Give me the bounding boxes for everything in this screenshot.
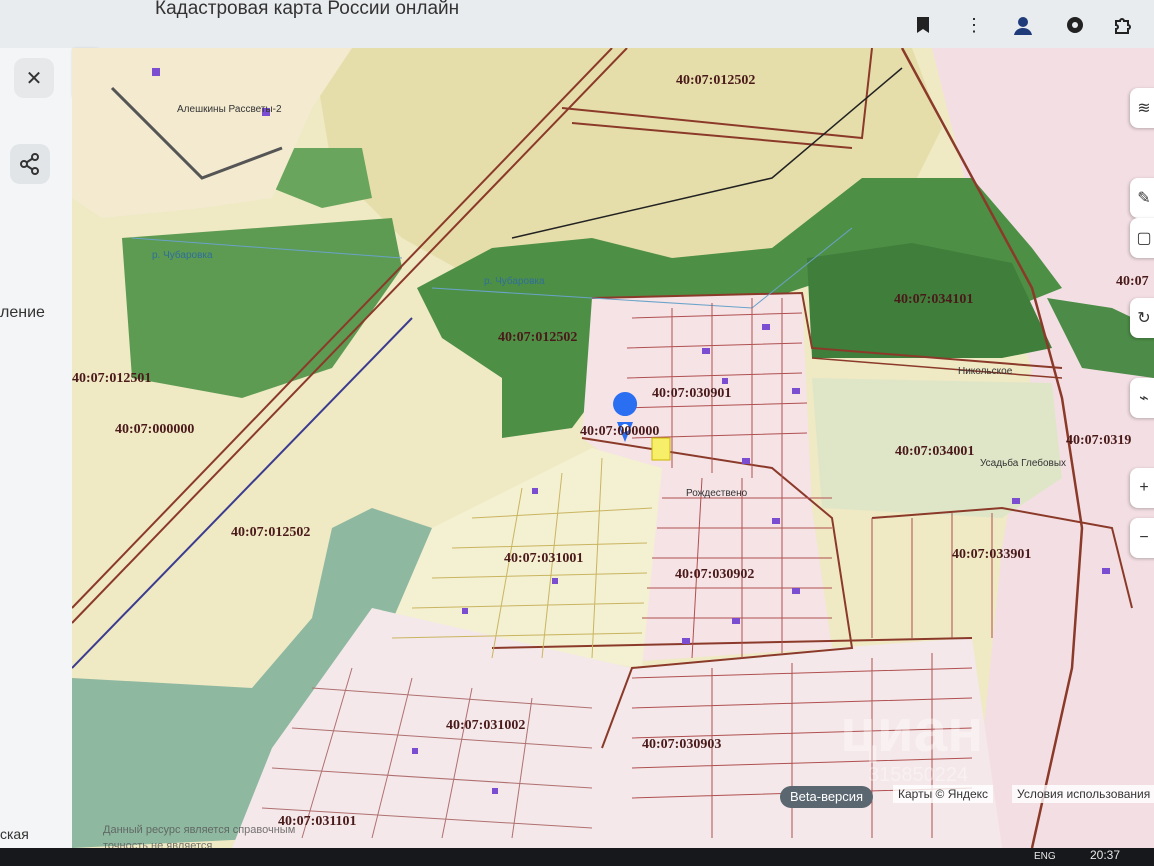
cadastral-label: 40:07:0319 xyxy=(1066,433,1131,448)
cadastral-label: 40:07:000000 xyxy=(115,422,194,437)
extension-icon[interactable] xyxy=(1064,14,1086,36)
cadastral-label: 40:07:012502 xyxy=(498,330,577,345)
share-icon[interactable] xyxy=(10,144,50,184)
place-label: Никольское xyxy=(958,366,1013,377)
cian-watermark: циан xyxy=(840,697,984,764)
cadastral-label: 40:07:012502 xyxy=(231,525,310,540)
cadastral-label: 40:07:000000 xyxy=(580,424,659,439)
place-label: Рождествено xyxy=(686,488,748,499)
browser-toolbar: Кадастровая карта России онлайн ⋮ xyxy=(0,0,1154,49)
profile-icon[interactable] xyxy=(1012,14,1034,36)
place-label: р. Чубаровка xyxy=(484,275,545,287)
cadastral-label: 40:07:012501 xyxy=(72,371,151,386)
close-icon[interactable]: ✕ xyxy=(14,58,54,98)
panel-partial-text: ление xyxy=(0,304,45,321)
cadastral-label: 40:07:034101 xyxy=(894,292,973,307)
selected-plot[interactable] xyxy=(651,437,671,461)
bookmark-icon[interactable] xyxy=(912,14,934,36)
place-label: Усадьба Глебовых xyxy=(980,457,1066,469)
keyboard-language[interactable]: ENG xyxy=(1034,851,1056,862)
cadastral-label: 40:07:030902 xyxy=(675,567,754,582)
left-side-panel: ✕ ление ская xyxy=(0,48,73,866)
beta-badge[interactable]: Beta-версия xyxy=(780,786,874,808)
cadastral-label: 40:07 xyxy=(1116,274,1149,289)
more-menu-icon[interactable]: ⋮ xyxy=(963,14,985,36)
refresh-icon[interactable]: ↻ xyxy=(1130,298,1154,338)
puzzle-icon[interactable] xyxy=(1112,14,1134,36)
cadastral-label: 40:07:034001 xyxy=(895,444,974,459)
place-label: Алешкины Рассветы-2 xyxy=(177,104,282,115)
disclaimer-text: Данный ресурс является справочным xyxy=(103,824,296,836)
zoom-in-icon[interactable]: + xyxy=(1130,468,1154,508)
cadastral-label: 40:07:033901 xyxy=(952,547,1031,562)
cadastral-label: 40:07:031002 xyxy=(446,718,525,733)
layers-icon[interactable]: ≋ xyxy=(1130,88,1154,128)
cadastral-map[interactable]: 40:07:012502 40:07:012502 40:07:012501 4… xyxy=(72,48,1154,848)
cadastral-label: 40:07:030901 xyxy=(652,386,731,401)
system-clock[interactable]: 20:37 xyxy=(1090,848,1120,862)
cian-watermark-id: 315850224 xyxy=(868,764,969,786)
ruler-icon[interactable]: ✎ xyxy=(1130,178,1154,218)
edit-icon[interactable]: ▢ xyxy=(1130,218,1154,258)
terms-link[interactable]: Условия использования xyxy=(1012,785,1154,803)
route-icon[interactable]: ⌁ xyxy=(1130,378,1154,418)
os-taskbar: ENG 20:37 xyxy=(0,848,1154,866)
cadastral-label: 40:07:012502 xyxy=(676,73,755,88)
map-copyright[interactable]: Карты © Яндекс xyxy=(893,785,994,803)
page-title: Кадастровая карта России онлайн xyxy=(155,0,460,19)
cadastral-label: 40:07:030903 xyxy=(642,737,721,752)
place-label: р. Чубаровка xyxy=(152,249,213,261)
panel-partial-text-bottom: ская xyxy=(0,826,29,842)
zoom-out-icon[interactable]: − xyxy=(1130,518,1154,558)
cadastral-label: 40:07:031001 xyxy=(504,551,583,566)
